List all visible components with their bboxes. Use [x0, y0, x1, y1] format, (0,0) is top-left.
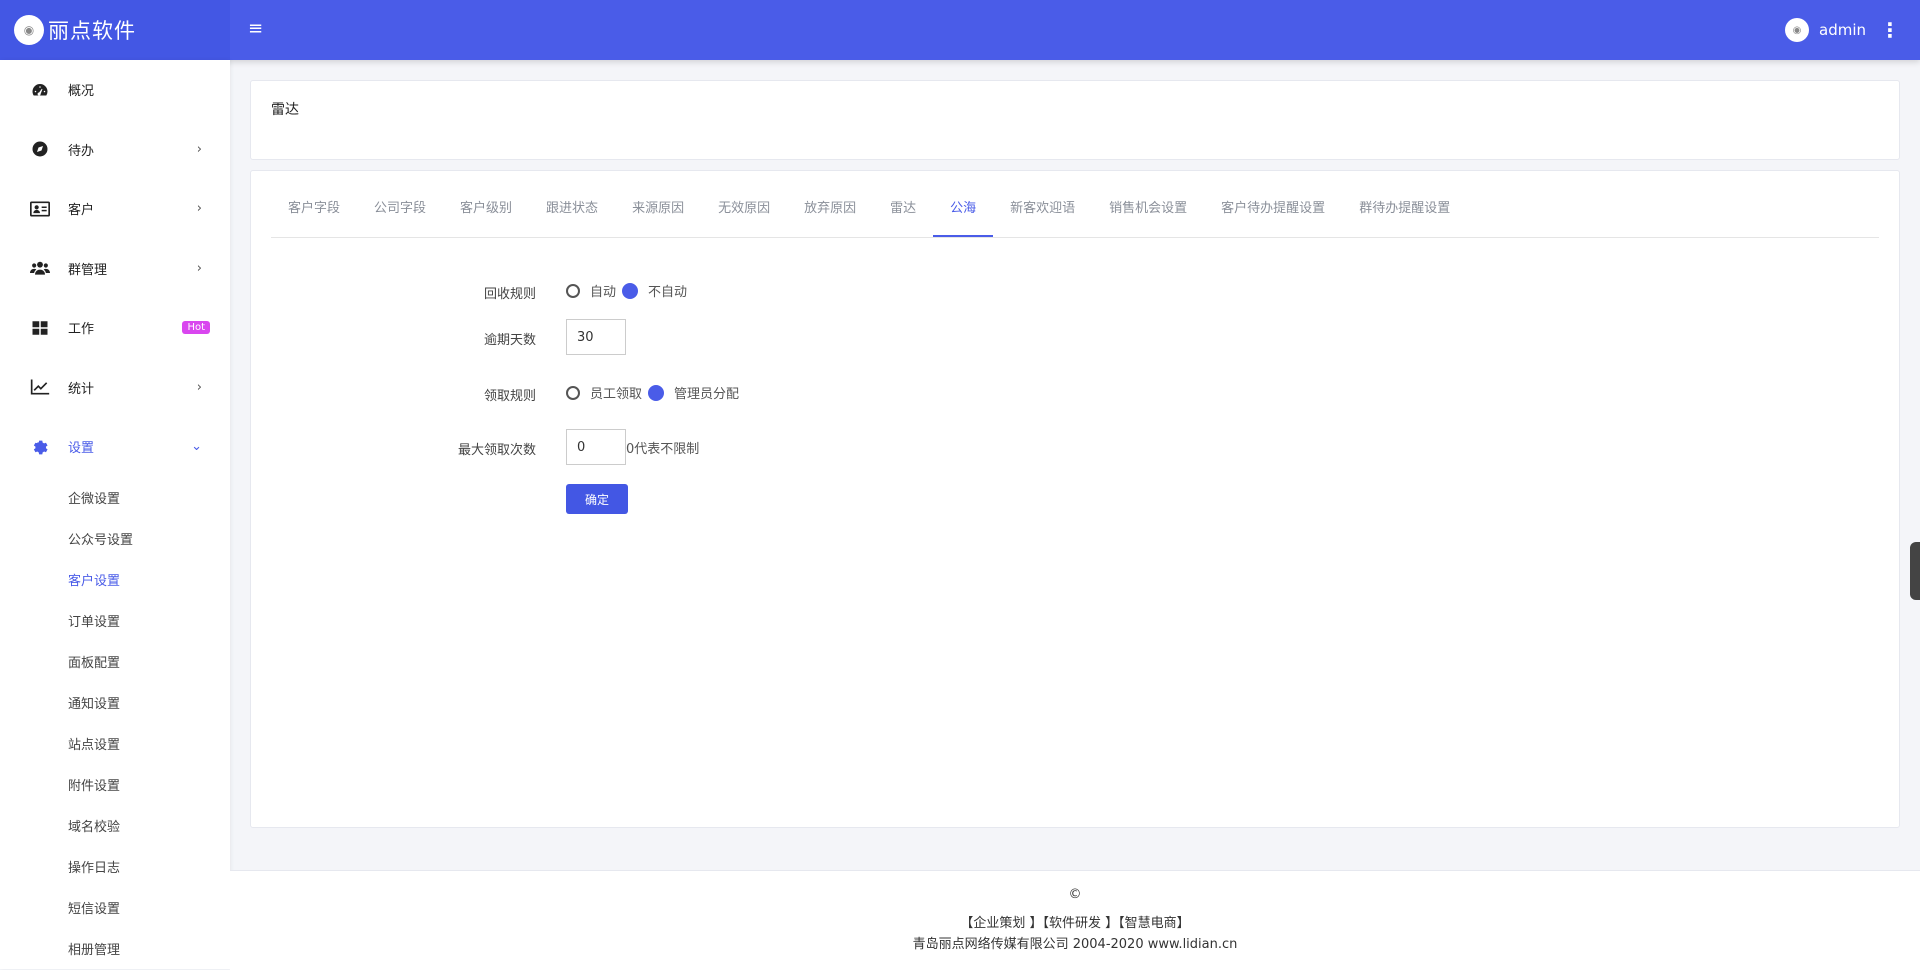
max-claims-control: 0代表不限制	[566, 429, 699, 465]
tab-invalid-reason[interactable]: 无效原因	[701, 195, 787, 237]
tab-radar[interactable]: 雷达	[873, 195, 933, 237]
sidebar-subitem[interactable]: 面板配置	[0, 641, 230, 682]
overdue-days-control	[566, 319, 626, 355]
tab-customer-level[interactable]: 客户级别	[443, 195, 529, 237]
tab-source-reason[interactable]: 来源原因	[615, 195, 701, 237]
gear-icon	[30, 437, 50, 457]
sidebar-item-settings[interactable]: 设置 ⌄	[0, 417, 230, 477]
tab-public-pool[interactable]: 公海	[933, 195, 994, 237]
chevron-right-icon: ›	[196, 141, 202, 157]
compass-icon	[30, 139, 50, 159]
logo-icon: ◉	[14, 15, 44, 45]
sidebar-item-overview[interactable]: 概况	[0, 60, 230, 120]
id-card-icon	[30, 199, 50, 219]
footer: © 【企业策划 】【软件研发 】【智慧电商】 青岛丽点网络传媒有限公司 2004…	[230, 870, 1920, 970]
recycle-manual-label[interactable]: 不自动	[648, 281, 687, 300]
sidebar-subitem[interactable]: 相册管理	[0, 928, 230, 969]
chart-line-icon	[30, 377, 50, 397]
recycle-rule-label: 回收规则	[483, 287, 536, 302]
tab-group-todo-reminder[interactable]: 群待办提醒设置	[1342, 195, 1467, 237]
sidebar-item-label: 待办	[68, 143, 95, 159]
tab-follow-status[interactable]: 跟进状态	[529, 195, 615, 237]
tab-customer-fields[interactable]: 客户字段	[271, 195, 357, 237]
submit-row: 确定	[566, 484, 628, 514]
sidebar-subitem[interactable]: 订单设置	[0, 600, 230, 641]
claim-rule-label: 领取规则	[483, 389, 536, 404]
recycle-rule-radios: 自动 不自动	[566, 281, 693, 300]
overdue-days-label: 逾期天数	[483, 333, 536, 348]
sidebar-item-label: 设置	[68, 441, 95, 457]
settings-card: 客户字段 公司字段 客户级别 跟进状态 来源原因 无效原因 放弃原因 雷达 公海…	[250, 170, 1900, 828]
sidebar-subitem[interactable]: 公众号设置	[0, 518, 230, 559]
sidebar-subitem-active[interactable]: 客户设置	[0, 559, 230, 600]
overdue-days-input[interactable]	[566, 319, 626, 355]
confirm-button[interactable]: 确定	[566, 484, 628, 514]
chevron-down-icon: ⌄	[191, 439, 202, 455]
chevron-right-icon: ›	[196, 379, 202, 395]
tab-welcome-message[interactable]: 新客欢迎语	[993, 195, 1092, 237]
users-icon	[30, 258, 50, 278]
side-panel-handle[interactable]	[1910, 542, 1920, 600]
avatar[interactable]: ◉	[1785, 18, 1809, 42]
sidebar-subitem[interactable]: 站点设置	[0, 723, 230, 764]
footer-copyright: ©	[1068, 887, 1082, 902]
dashboard-icon	[30, 80, 50, 100]
user-name[interactable]: admin	[1819, 21, 1866, 39]
sidebar: 概况 待办 › 客户 › 群管理 › 工作 Hot 统计 › 设置 ⌄ 企微设置…	[0, 60, 230, 969]
tab-bar: 客户字段 公司字段 客户级别 跟进状态 来源原因 无效原因 放弃原因 雷达 公海…	[271, 195, 1879, 238]
recycle-auto-radio[interactable]	[566, 283, 580, 298]
sidebar-item-label: 群管理	[68, 262, 108, 278]
sidebar-item-label: 统计	[68, 381, 95, 397]
sidebar-item-groups[interactable]: 群管理 ›	[0, 239, 230, 299]
brand-name: 丽点软件	[48, 19, 136, 43]
user-menu[interactable]: ◉ admin ⋮	[1785, 0, 1900, 60]
sidebar-subitem[interactable]: 附件设置	[0, 764, 230, 805]
page-header-card: 雷达	[250, 80, 1900, 160]
sidebar-item-label: 客户	[68, 203, 95, 219]
sidebar-item-label: 概况	[68, 84, 95, 100]
settings-submenu: 企微设置 公众号设置 客户设置 订单设置 面板配置 通知设置 站点设置 附件设置…	[0, 477, 230, 969]
footer-company: 青岛丽点网络传媒有限公司 2004-2020 www.lidian.cn	[912, 937, 1238, 952]
sidebar-item-work[interactable]: 工作 Hot	[0, 298, 230, 358]
sidebar-subitem[interactable]: 通知设置	[0, 682, 230, 723]
sidebar-subitem[interactable]: 操作日志	[0, 846, 230, 887]
claim-admin-radio[interactable]	[648, 384, 665, 401]
max-claims-input[interactable]	[566, 429, 626, 465]
grid-icon	[30, 318, 50, 338]
sidebar-item-statistics[interactable]: 统计 ›	[0, 358, 230, 418]
claim-admin-label[interactable]: 管理员分配	[674, 383, 739, 402]
sidebar-subitem[interactable]: 域名校验	[0, 805, 230, 846]
sidebar-item-todo[interactable]: 待办 ›	[0, 120, 230, 180]
tab-sales-opportunity[interactable]: 销售机会设置	[1092, 195, 1204, 237]
recycle-manual-radio[interactable]	[622, 282, 639, 299]
sidebar-item-customers[interactable]: 客户 ›	[0, 179, 230, 239]
footer-links[interactable]: 【企业策划 】【软件研发 】【智慧电商】	[230, 912, 1920, 931]
tab-abandon-reason[interactable]: 放弃原因	[787, 195, 873, 237]
chevron-right-icon: ›	[196, 201, 202, 217]
tab-customer-todo-reminder[interactable]: 客户待办提醒设置	[1204, 195, 1342, 237]
menu-toggle-icon[interactable]: ≡	[248, 18, 263, 39]
recycle-auto-label[interactable]: 自动	[590, 281, 616, 300]
max-claims-label: 最大领取次数	[457, 443, 536, 458]
max-claims-hint: 0代表不限制	[626, 441, 700, 457]
tab-company-fields[interactable]: 公司字段	[357, 195, 443, 237]
page-title: 雷达	[271, 102, 299, 118]
more-options-icon[interactable]: ⋮	[1880, 18, 1900, 42]
brand[interactable]: ◉ 丽点软件	[0, 0, 230, 60]
hot-badge: Hot	[182, 321, 210, 335]
sidebar-subitem[interactable]: 企微设置	[0, 477, 230, 518]
claim-employee-label[interactable]: 员工领取	[590, 383, 642, 402]
claim-rule-radios: 员工领取 管理员分配	[566, 383, 745, 402]
chevron-right-icon: ›	[196, 260, 202, 276]
sidebar-subitem[interactable]: 短信设置	[0, 887, 230, 928]
top-bar: ◉ 丽点软件 ≡ ◉ admin ⋮	[0, 0, 1920, 60]
claim-employee-radio[interactable]	[566, 385, 580, 400]
